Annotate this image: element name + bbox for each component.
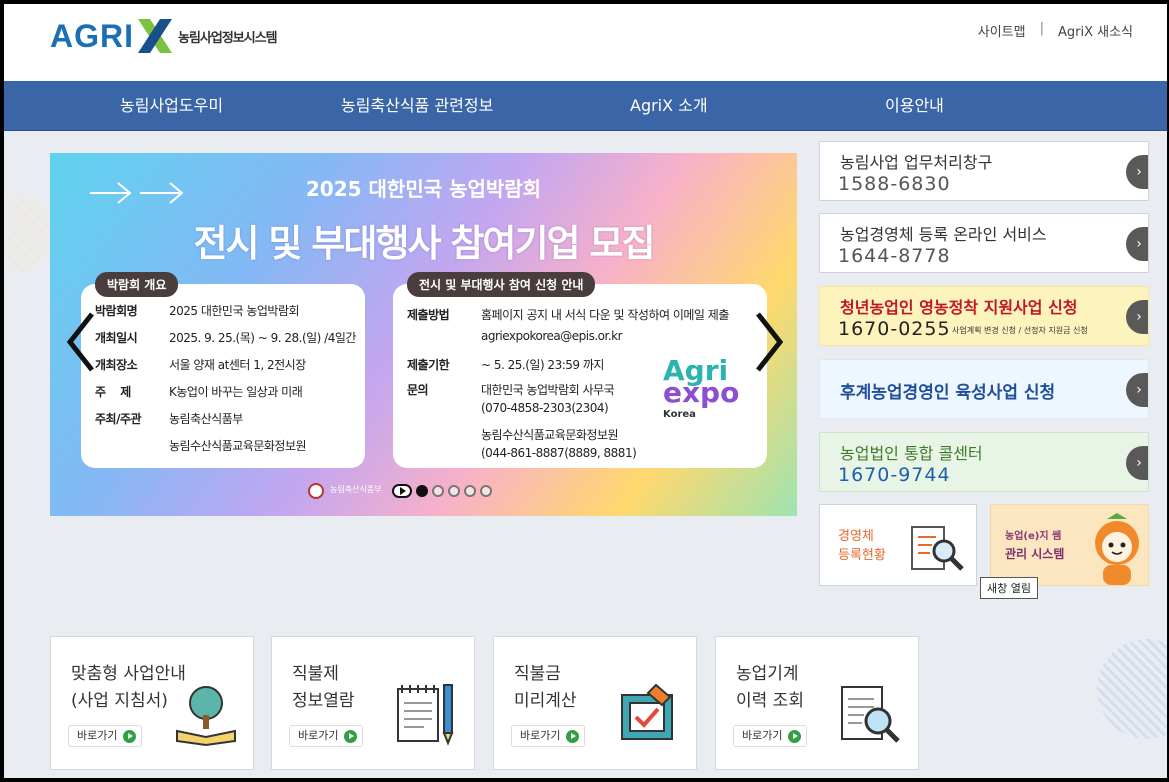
banner-play-button[interactable] <box>392 484 412 498</box>
site-header: AGRI 농림사업정보시스템 사이트맵 | AgriX 새소식 <box>4 4 1167 81</box>
notepad-pen-icon <box>397 684 454 746</box>
decor-circle-right <box>1097 639 1167 739</box>
apply-row: agriexpokorea@epis.or.kr <box>481 329 623 343</box>
service-successor-farmer[interactable]: 후계농업경영인 육성사업 신청 › <box>819 359 1149 419</box>
apply-row: 문의 대한민국 농업박람회 사무국 <box>407 383 615 397</box>
main-nav: 농림사업도우미 농림축산식품 관련정보 AgriX 소개 이용안내 <box>4 81 1167 131</box>
overview-row: 박람회명 2025 대한민국 농업박람회 <box>95 304 300 318</box>
government-emblem-icon <box>308 483 324 499</box>
document-magnifier-icon <box>841 686 900 743</box>
service-phone: 1670-9744 <box>838 464 951 486</box>
nav-item-info[interactable]: 농림축산식품 관련정보 <box>341 81 493 131</box>
service-farm-registration[interactable]: 농업경영체 등록 온라인 서비스 1644-8778 › <box>819 213 1149 273</box>
logo-x-icon <box>136 17 174 55</box>
play-circle-icon <box>344 729 358 743</box>
mascot-character-icon <box>1095 513 1139 585</box>
banner-title: 전시 및 부대행사 참여기업 모집 <box>193 222 655 265</box>
book-tree-icon <box>176 686 236 747</box>
apply-row: 농림수산식품교육문화정보원 <box>481 428 619 442</box>
banner-dot[interactable] <box>416 485 428 497</box>
farmland-system-tile[interactable]: 농업(e)지 쌤 관리 시스템 <box>990 504 1149 586</box>
banner-dot[interactable] <box>432 485 444 497</box>
calculator-pencil-icon <box>621 683 673 740</box>
box-title: 농업기계 이력 조회 <box>736 664 804 711</box>
direct-payment-info-box[interactable]: 직불제 정보열람 바로가기 <box>271 636 475 770</box>
apply-pill: 전시 및 부대행사 참여 신청 안내 <box>407 272 596 297</box>
service-phone: 1670-0255 <box>838 318 951 340</box>
decor-circle-left <box>4 194 54 274</box>
play-circle-icon <box>566 729 580 743</box>
service-phone: 1644-8778 <box>838 245 951 267</box>
overview-row: 농림수산식품교육문화정보원 <box>169 439 307 453</box>
agri-expo-logo: Agri expo Korea <box>663 354 740 421</box>
banner-dot[interactable] <box>448 485 460 497</box>
document-search-icon <box>911 526 964 571</box>
service-young-farmer[interactable]: 청년농업인 영농정착 지원사업 신청 1670-0255 사업계획 변경 신청 … <box>819 286 1149 346</box>
new-window-tooltip: 새창 열림 <box>980 577 1038 599</box>
play-circle-icon <box>788 729 802 743</box>
agrix-logo[interactable]: AGRI 농림사업정보시스템 <box>50 16 278 56</box>
chevron-right-icon[interactable]: › <box>1126 446 1148 480</box>
shortcut-button[interactable]: 바로가기 <box>68 725 143 747</box>
banner-subtitle: 2025 대한민국 농업박람회 <box>305 177 542 201</box>
chevron-right-icon[interactable]: › <box>1126 227 1148 261</box>
service-title: 농림사업 업무처리창구 <box>840 153 993 172</box>
banner-pager <box>392 484 492 498</box>
logo-subtitle: 농림사업정보시스템 <box>178 30 278 46</box>
service-title: 청년농업인 영농정착 지원사업 신청 <box>840 298 1078 317</box>
nav-item-guide[interactable]: 이용안내 <box>885 81 944 131</box>
banner-dot[interactable] <box>464 485 476 497</box>
registry-status-label: 경영체 등록현황 <box>838 529 886 563</box>
service-note: 사업계획 변경 신청 / 선정자 지원금 신청 <box>952 326 1088 335</box>
service-business-window[interactable]: 농림사업 업무처리창구 1588-6830 › <box>819 141 1149 201</box>
agrix-news-link[interactable]: AgriX 새소식 <box>1058 21 1133 40</box>
service-title: 농업법인 통합 콜센터 <box>840 444 983 463</box>
util-separator: | <box>1039 21 1044 36</box>
overview-pill: 박람회 개요 <box>95 272 179 297</box>
apply-info-card: 전시 및 부대행사 참여 신청 안내 제출방법 홈페이지 공지 내 서식 다운 및… <box>393 272 767 468</box>
chevron-right-icon[interactable]: › <box>1126 300 1148 334</box>
play-circle-icon <box>123 729 137 743</box>
overview-row: 주최/주관 농림축산식품부 <box>95 412 243 426</box>
overview-row: 주 제 K농업이 바꾸는 일상과 미래 <box>95 385 303 399</box>
system-tile-line2: 관리 시스템 <box>1005 547 1065 561</box>
payment-calculator-box[interactable]: 직불금 미리계산 바로가기 <box>493 636 697 770</box>
service-title: 후계농업경영인 육성사업 신청 <box>840 383 1056 403</box>
apply-row: 제출기한 ~ 5. 25.(일) 23:59 까지 <box>407 358 604 372</box>
banner-dot[interactable] <box>480 485 492 497</box>
machine-history-box[interactable]: 농업기계 이력 조회 바로가기 <box>715 636 919 770</box>
shortcut-button[interactable]: 바로가기 <box>511 725 586 747</box>
sitemap-link[interactable]: 사이트맵 <box>978 21 1026 40</box>
banner-footer-orgs: 농림축산식품부 <box>330 485 382 494</box>
main-banner[interactable]: 2025 대한민국 농업박람회 전시 및 부대행사 참여기업 모집 박람회 개요… <box>50 153 797 516</box>
logo-word: AGRI <box>50 17 134 54</box>
banner-next-button[interactable] <box>754 312 784 372</box>
chevron-right-icon[interactable]: › <box>1126 373 1148 407</box>
apply-row: 제출방법 홈페이지 공지 내 서식 다운 및 작성하여 이메일 제출 <box>407 308 729 322</box>
shortcut-button[interactable]: 바로가기 <box>733 725 808 747</box>
expo-overview-card: 박람회 개요 박람회명 2025 대한민국 농업박람회 개최일시 2025. 9. … <box>81 272 365 468</box>
browser-viewport: AGRI 농림사업정보시스템 사이트맵 | AgriX 새소식 농림사업도우미 … <box>4 4 1167 778</box>
business-guide-box[interactable]: 맞춤형 사업안내 (사업 지침서) 바로가기 <box>50 636 254 770</box>
registry-status-tile[interactable]: 경영체 등록현황 <box>819 504 977 586</box>
apply-row: (070-4858-2303(2304) <box>481 401 609 415</box>
overview-row: 개최일시 2025. 9. 25.(목) ~ 9. 28.(일) /4일간 <box>95 331 356 345</box>
box-title: 맞춤형 사업안내 (사업 지침서) <box>71 664 186 711</box>
service-phone: 1588-6830 <box>838 173 951 195</box>
nav-item-about[interactable]: AgriX 소개 <box>630 81 708 131</box>
apply-row: (044-861-8887(8889, 8881) <box>481 446 637 460</box>
chevron-right-icon[interactable]: › <box>1126 155 1148 189</box>
system-tile-line1: 농업(e)지 쌤 <box>1005 531 1062 542</box>
box-title: 직불제 정보열람 <box>292 664 355 711</box>
box-title: 직불금 미리계산 <box>514 664 577 711</box>
overview-row: 개최장소 서울 양재 at센터 1, 2전시장 <box>95 358 306 372</box>
utility-links: 사이트맵 | AgriX 새소식 <box>978 21 1133 40</box>
nav-item-helper[interactable]: 농림사업도우미 <box>120 81 223 131</box>
service-title: 농업경영체 등록 온라인 서비스 <box>840 225 1047 244</box>
banner-prev-button[interactable] <box>66 312 96 372</box>
shortcut-button[interactable]: 바로가기 <box>289 725 364 747</box>
service-corporation-call-center[interactable]: 농업법인 통합 콜센터 1670-9744 › <box>819 432 1149 492</box>
